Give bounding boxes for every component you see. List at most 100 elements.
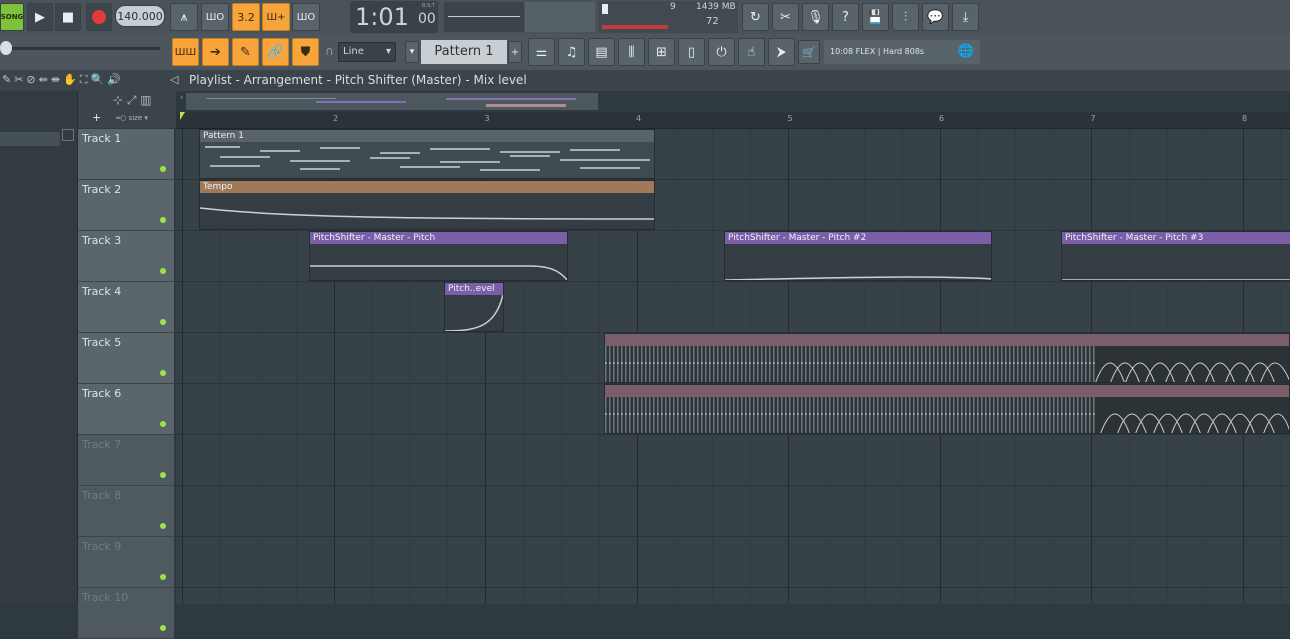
- master-volume-knob[interactable]: [0, 41, 12, 55]
- track-header-3[interactable]: Track 3: [78, 231, 174, 282]
- add-track-icon[interactable]: +: [92, 111, 101, 124]
- zoom-icon[interactable]: ⊹ ⤢ ▥: [113, 93, 152, 108]
- stop-button[interactable]: ■: [55, 3, 81, 31]
- track-header-10[interactable]: Track 10: [78, 588, 174, 639]
- cut-button[interactable]: ✂: [772, 3, 799, 31]
- track-mute-led[interactable]: [160, 166, 166, 172]
- track-mute-led[interactable]: [160, 625, 166, 631]
- track-mute-led[interactable]: [160, 217, 166, 223]
- touch-controller-button[interactable]: ☝: [738, 38, 765, 66]
- play-icon: ▶: [35, 9, 45, 25]
- chat-button[interactable]: 💬: [922, 3, 949, 31]
- pattern-selector[interactable]: Pattern 1: [421, 40, 507, 64]
- playlist-window-button[interactable]: ⚌: [528, 38, 555, 66]
- time-display[interactable]: 1:01 00 B:S:T: [350, 1, 438, 33]
- save-button[interactable]: 💾: [862, 3, 889, 31]
- grid-line: [182, 129, 183, 604]
- track-header-1[interactable]: Track 1: [78, 129, 174, 180]
- song-mode-button[interactable]: SONG: [0, 3, 24, 31]
- track-mute-led[interactable]: [160, 472, 166, 478]
- track-mute-led[interactable]: [160, 574, 166, 580]
- track-header-8[interactable]: Track 8: [78, 486, 174, 537]
- browser-button[interactable]: ⊞: [648, 38, 675, 66]
- pattern-prev-button[interactable]: ▾: [405, 41, 419, 63]
- piano-roll-button[interactable]: ♫: [558, 38, 585, 66]
- tempo-clip-label: Tempo: [200, 181, 654, 193]
- help-button[interactable]: ?: [832, 3, 859, 31]
- picker-scroll-box[interactable]: [62, 129, 74, 141]
- track-mute-led[interactable]: [160, 319, 166, 325]
- loop-record-button[interactable]: ШО: [292, 3, 320, 31]
- wait-input-button[interactable]: ШО: [201, 3, 229, 31]
- time-sub: 00: [418, 11, 436, 27]
- breadcrumb[interactable]: Playlist - Arrangement - Pitch Shifter (…: [189, 73, 527, 87]
- plugin-picker-button[interactable]: ⏻: [708, 38, 735, 66]
- audio-clip-track6[interactable]: [604, 384, 1290, 434]
- draw-tool-button[interactable]: ✎: [232, 38, 259, 66]
- track-height-slider[interactable]: ═○ size ▾: [116, 114, 148, 122]
- news-panel[interactable]: 10:08 FLEX | Hard 808s 🌐: [824, 40, 980, 64]
- ruler-bar-label: 5: [787, 114, 793, 123]
- wait-icon: ШО: [205, 11, 225, 23]
- export-button[interactable]: ⮞: [768, 38, 795, 66]
- track-name: Track 8: [82, 489, 122, 502]
- track-header-4[interactable]: Track 4: [78, 282, 174, 333]
- playlist-overview[interactable]: [186, 93, 598, 110]
- playlist-view-button[interactable]: ШШ: [172, 38, 199, 66]
- pattern-clip[interactable]: Pattern 1: [199, 129, 655, 179]
- pitch-automation-clip-2[interactable]: PitchShifter - Master - Pitch #2: [724, 231, 992, 281]
- playlist-window-icon: ⚌: [535, 44, 548, 60]
- timeline-ruler[interactable]: 2 3 4 5 6 7 8: [176, 112, 1290, 129]
- track-header-7[interactable]: Track 7: [78, 435, 174, 486]
- track-header-9[interactable]: Track 9: [78, 537, 174, 588]
- track-header-6[interactable]: Track 6: [78, 384, 174, 435]
- pitch-curve-2: [725, 276, 991, 280]
- blend-notes-button[interactable]: Ш+: [262, 3, 290, 31]
- pitch-level-clip[interactable]: Pitch..evel: [444, 282, 504, 332]
- link-button[interactable]: 🔗: [262, 38, 289, 66]
- metronome-button[interactable]: ⩚: [170, 3, 198, 31]
- record-audio-button[interactable]: 🎙: [802, 3, 829, 31]
- project-info-button[interactable]: ▯: [678, 38, 705, 66]
- time-unit: B:S:T: [422, 3, 436, 9]
- track-divider: [176, 281, 1290, 282]
- main-toolbar: SONG ▶ ■ 140.000 ⩚ ШО 3.2 Ш+ ШО 1:01 00 …: [0, 0, 1290, 34]
- stamp-button[interactable]: ⛊: [292, 38, 319, 66]
- playlist-tool-icons[interactable]: ✎✂⊘⇚⇼✋⛶🔍🔊: [2, 73, 124, 87]
- record-button[interactable]: [86, 3, 112, 31]
- track-mute-led[interactable]: [160, 523, 166, 529]
- next-button[interactable]: ➔: [202, 38, 229, 66]
- pitch-automation-clip-3[interactable]: PitchShifter - Master - Pitch #3: [1061, 231, 1290, 281]
- tempo-display[interactable]: 140.000: [115, 5, 165, 27]
- arrangement-grid[interactable]: Pattern 1 Tempo PitchShifter - Master - …: [176, 129, 1290, 604]
- track-header-2[interactable]: Track 2: [78, 180, 174, 231]
- mixer-window-button[interactable]: ⫼: [618, 38, 645, 66]
- playhead-marker[interactable]: [180, 112, 185, 120]
- countdown-button[interactable]: 3.2: [232, 3, 260, 31]
- pitch-level-label: Pitch..evel: [445, 283, 503, 295]
- mixer-button[interactable]: ⫶: [892, 3, 919, 31]
- play-button[interactable]: ▶: [27, 3, 53, 31]
- channel-rack-icon: ▤: [595, 44, 608, 60]
- pitch-automation-clip[interactable]: PitchShifter - Master - Pitch: [309, 231, 568, 281]
- shop-button[interactable]: 🛒: [798, 40, 820, 64]
- track-header-5[interactable]: Track 5: [78, 333, 174, 384]
- playlist-icon: ШШ: [174, 46, 197, 58]
- track-mute-led[interactable]: [160, 370, 166, 376]
- export-icon: ⮞: [776, 44, 787, 60]
- channel-rack-button[interactable]: ▤: [588, 38, 615, 66]
- track-mute-led[interactable]: [160, 421, 166, 427]
- audio-clip-track5[interactable]: [604, 333, 1290, 383]
- download-button[interactable]: ⤓: [952, 3, 979, 31]
- add-pattern-button[interactable]: +: [508, 41, 522, 63]
- snap-select[interactable]: Line ▾: [338, 42, 396, 62]
- picker-item[interactable]: [0, 132, 60, 146]
- cpu-bar: [602, 4, 608, 14]
- tempo-clip[interactable]: Tempo: [199, 180, 655, 230]
- track-mute-led[interactable]: [160, 268, 166, 274]
- pitch-clip-3-label: PitchShifter - Master - Pitch #3: [1062, 232, 1290, 244]
- mini-monitor: [525, 2, 595, 32]
- mixer-sliders-icon: ⫼: [628, 44, 635, 60]
- undo-button[interactable]: ↻: [742, 3, 769, 31]
- master-volume-slider[interactable]: [0, 47, 160, 50]
